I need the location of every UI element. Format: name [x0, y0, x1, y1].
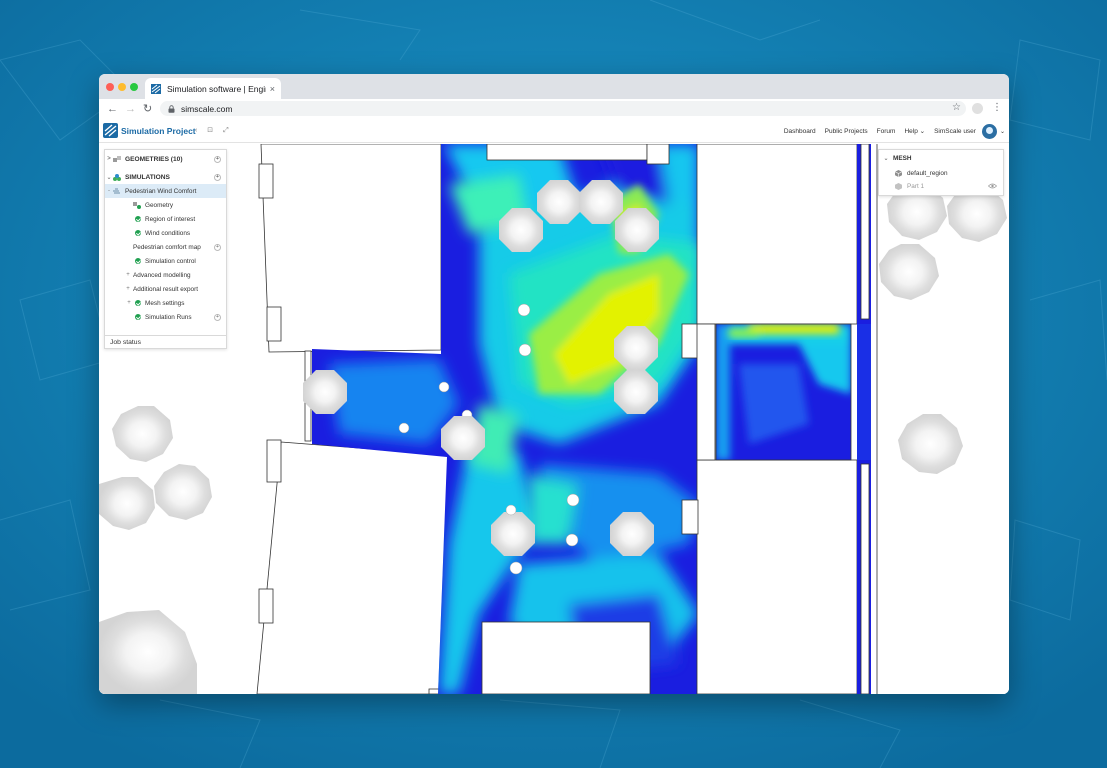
tree-item-label: Region of interest [145, 215, 196, 223]
add-run-button[interactable]: + [214, 313, 221, 321]
tab-title: Simulation software | Engin [167, 83, 266, 94]
simulation-tree-panel: > GEOMETRIES (10) + ⌄ SIMULATIONS + - Pe… [104, 149, 227, 349]
app-header: Simulation Project ‹ ⊡ ⤢ Dashboard Publi… [99, 119, 1009, 143]
tree-simulation-label: Pedestrian Wind Comfort [125, 187, 197, 195]
reload-icon[interactable]: ↻ [143, 102, 152, 116]
tree-item-wind-conditions[interactable]: Wind conditions [105, 226, 226, 240]
wind-simulation-icon [113, 188, 120, 193]
job-status-tab[interactable]: Job status [105, 335, 226, 349]
project-title[interactable]: Simulation Project [121, 126, 196, 136]
lock-icon [168, 104, 175, 113]
nav-user-name[interactable]: SimScale user [934, 128, 976, 135]
tree-geometries[interactable]: > GEOMETRIES (10) + [105, 152, 226, 166]
add-geometry-button[interactable]: + [214, 155, 221, 163]
check-icon [135, 314, 141, 320]
tree-item-additional-result-export[interactable]: + Additional result export [105, 282, 226, 296]
chevron-down-icon[interactable]: ⌄ [879, 155, 893, 162]
geometries-icon [113, 155, 121, 162]
close-window-button[interactable] [106, 83, 114, 91]
tree-item-label: Simulation Runs [145, 313, 192, 321]
bookmark-star-icon[interactable]: ☆ [952, 102, 961, 113]
maximize-window-button[interactable] [130, 83, 138, 91]
check-icon [135, 216, 141, 222]
tree-item-label: Simulation control [145, 257, 196, 265]
tree-geometries-label: GEOMETRIES (10) [125, 155, 183, 163]
back-icon[interactable]: ← [107, 102, 118, 116]
mesh-part-item[interactable]: Part 1 [879, 180, 1003, 193]
courtyard-contours [716, 324, 851, 460]
browser-toolbar: ← → ↻ simscale.com ☆ ⋮ [99, 99, 1009, 119]
mesh-header[interactable]: ⌄ MESH [879, 152, 1003, 165]
add-comfort-map-button[interactable]: + [214, 243, 221, 251]
tree-item-label: Geometry [145, 201, 174, 209]
browser-menu-icon[interactable]: ⋮ [992, 102, 1002, 113]
mesh-region-item[interactable]: default_region [879, 167, 1003, 180]
chevron-down-icon[interactable]: ⌄ [105, 174, 113, 181]
tab-strip: Simulation software | Engin × [99, 74, 1009, 99]
profile-icon[interactable] [972, 103, 983, 114]
3d-viewport[interactable] [99, 144, 1009, 694]
top-navigation: Dashboard Public Projects Forum Help ⌄ S… [775, 123, 1005, 139]
tree-item-label: Pedestrian comfort map [133, 243, 201, 251]
mesh-header-label: MESH [893, 155, 912, 162]
tree-item-label: Wind conditions [145, 229, 191, 237]
browser-window: Simulation software | Engin × ← → ↻ sims… [99, 74, 1009, 694]
nav-public-projects[interactable]: Public Projects [825, 128, 868, 135]
mesh-region-label: default_region [907, 170, 948, 177]
tree-item-label: Mesh settings [145, 299, 185, 307]
project-tools-icons[interactable]: ‹ ⊡ ⤢ [195, 126, 233, 135]
check-icon [135, 230, 141, 236]
minimize-window-button[interactable] [118, 83, 126, 91]
add-simulation-button[interactable]: + [214, 173, 221, 181]
tree-simulations-label: SIMULATIONS [125, 173, 170, 181]
cube-icon [895, 170, 902, 177]
user-avatar[interactable] [981, 123, 997, 139]
tree-item-mesh-settings[interactable]: + Mesh settings [105, 296, 226, 310]
tree-simulation-pedestrian-wind-comfort[interactable]: - Pedestrian Wind Comfort [105, 184, 226, 198]
eye-icon[interactable] [988, 183, 997, 189]
tree-item-pedestrian-comfort-map[interactable]: Pedestrian comfort map + [105, 240, 226, 254]
collapse-icon[interactable]: - [105, 188, 113, 194]
chevron-right-icon[interactable]: > [105, 156, 113, 162]
simscale-logo-icon [103, 123, 118, 138]
browser-tab[interactable]: Simulation software | Engin × [145, 78, 281, 99]
tree-item-advanced-modelling[interactable]: + Advanced modelling [105, 268, 226, 282]
forward-icon[interactable]: → [125, 102, 136, 116]
tree-item-label: Additional result export [133, 285, 199, 293]
expand-icon[interactable]: + [123, 286, 133, 292]
tree-item-simulation-runs[interactable]: Simulation Runs + [105, 310, 226, 324]
cube-icon [895, 183, 902, 190]
check-icon [135, 300, 141, 306]
simulations-icon [113, 173, 121, 181]
expand-icon[interactable]: + [123, 300, 135, 306]
nav-dashboard[interactable]: Dashboard [784, 128, 816, 135]
check-icon [135, 258, 141, 264]
tree-item-region-of-interest[interactable]: Region of interest [105, 212, 226, 226]
tree-simulations[interactable]: ⌄ SIMULATIONS + [105, 170, 226, 184]
tree-item-simulation-control[interactable]: Simulation control [105, 254, 226, 268]
mesh-panel: ⌄ MESH default_region Part 1 [878, 149, 1004, 196]
expand-icon[interactable]: + [123, 272, 133, 278]
chevron-down-icon[interactable]: ⌄ [1000, 128, 1005, 135]
address-bar[interactable]: simscale.com ☆ [160, 101, 966, 116]
simscale-favicon-icon [151, 83, 161, 94]
url-text: simscale.com [181, 103, 233, 114]
tree-item-label: Advanced modelling [133, 271, 191, 279]
nav-help[interactable]: Help ⌄ [904, 127, 925, 135]
wind-comfort-result-plot [99, 144, 1009, 694]
close-tab-icon[interactable]: × [270, 84, 275, 94]
tree-item-geometry[interactable]: Geometry [105, 198, 226, 212]
mesh-part-label: Part 1 [907, 183, 925, 190]
nav-forum[interactable]: Forum [877, 128, 896, 135]
geometry-check-icon [133, 201, 141, 209]
